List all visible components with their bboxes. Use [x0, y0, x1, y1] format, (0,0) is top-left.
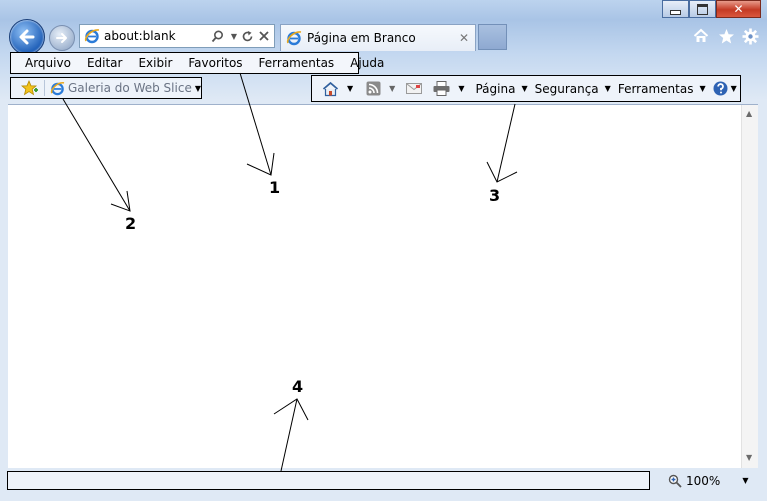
annotation-arrows — [62, 72, 518, 472]
arrow-4-head — [273, 398, 309, 421]
browser-window: ✕ about:blank ▼ Página em Branco ✕ Arqui… — [0, 0, 767, 501]
arrow-4-line — [280, 398, 298, 472]
arrow-1-line — [239, 72, 272, 176]
annotation-label-3: 3 — [489, 186, 501, 205]
arrow-2-head — [110, 190, 131, 212]
arrow-3-head — [486, 161, 518, 183]
annotation-label-2: 2 — [125, 214, 137, 233]
arrow-3-line — [496, 103, 516, 183]
arrow-2-line — [62, 98, 131, 212]
annotation-label-1: 1 — [269, 178, 281, 197]
annotation-label-4: 4 — [292, 377, 304, 396]
